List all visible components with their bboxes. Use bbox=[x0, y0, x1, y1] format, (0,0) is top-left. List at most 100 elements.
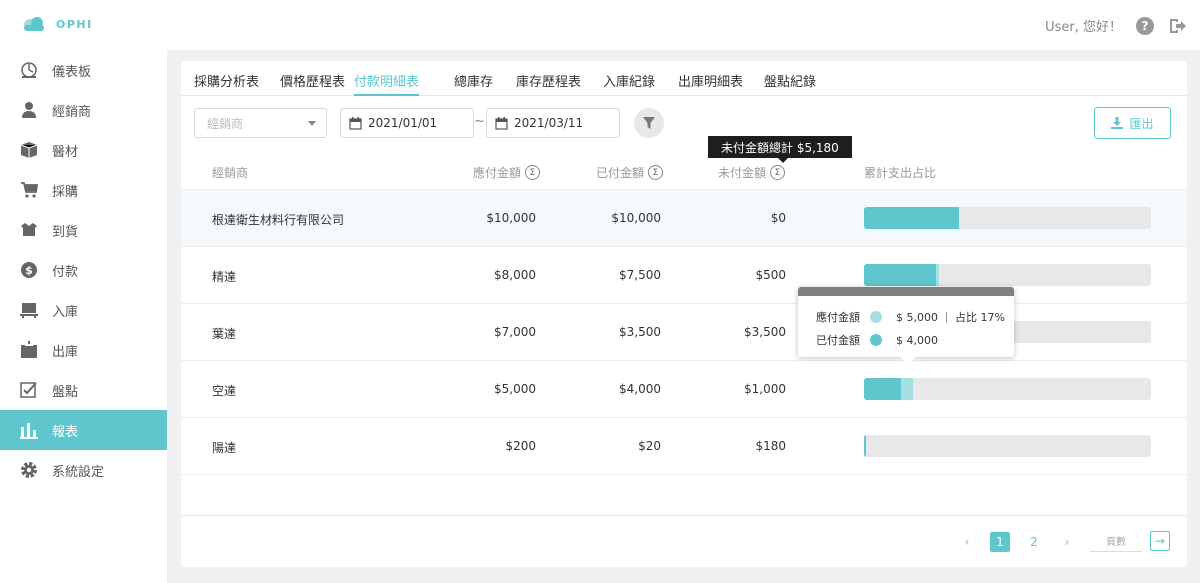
gear-icon bbox=[20, 461, 38, 479]
sidebar-item-label: 到貨 bbox=[52, 224, 79, 240]
sidebar-item-label: 付款 bbox=[52, 264, 79, 280]
table-row[interactable]: 根達衛生材料行有限公司 $10,000 $10,000 $0 bbox=[181, 190, 1187, 247]
expense-ratio-bar[interactable] bbox=[864, 207, 1151, 229]
tab-inventory-records[interactable]: 盤點紀錄 bbox=[764, 71, 816, 96]
user-greeting[interactable]: User, 您好！ bbox=[1045, 16, 1122, 35]
sidebar-item-medical[interactable]: 醫材 bbox=[0, 130, 167, 170]
payable-cell: $200 bbox=[505, 439, 536, 453]
paid-cell: $10,000 bbox=[611, 211, 661, 225]
next-page-button[interactable]: › bbox=[1057, 532, 1077, 552]
header-unpaid-label: 未付金額 bbox=[718, 166, 767, 180]
page-button[interactable]: 1 bbox=[990, 532, 1010, 552]
paid-share-fill bbox=[864, 264, 936, 286]
header-paid: 已付金額 Σ bbox=[596, 164, 664, 181]
sidebar-item-payment[interactable]: $ 付款 bbox=[0, 250, 167, 290]
payable-cell: $10,000 bbox=[486, 211, 536, 225]
sidebar-item-stock-out[interactable]: 出庫 bbox=[0, 330, 167, 370]
date-range-separator: ~ bbox=[474, 114, 485, 129]
sum-icon[interactable]: Σ bbox=[525, 165, 541, 180]
tab-payment-details[interactable]: 付款明細表 bbox=[354, 71, 420, 96]
checklist-icon bbox=[20, 381, 38, 399]
sidebar-item-dashboard[interactable]: 儀表板 bbox=[0, 50, 167, 90]
brand-logo[interactable]: OPHI bbox=[20, 16, 93, 32]
unpaid-cell: $0 bbox=[770, 211, 786, 225]
paid-cell: $4,000 bbox=[619, 382, 661, 396]
tooltip-paid-value: $ 4,000 bbox=[896, 333, 938, 347]
cloud-logo-icon bbox=[24, 17, 44, 31]
sidebar-item-purchase[interactable]: 採購 bbox=[0, 170, 167, 210]
sum-icon[interactable]: Σ bbox=[648, 165, 664, 180]
header-dealer: 經銷商 bbox=[212, 164, 248, 181]
warehouse-out-icon bbox=[20, 341, 38, 359]
table-row[interactable]: 葉達 $7,000 $3,500 $3,500 bbox=[181, 304, 1187, 361]
expense-ratio-bar[interactable] bbox=[864, 378, 1151, 400]
unpaid-cell: $1,000 bbox=[744, 382, 786, 396]
svg-text:$: $ bbox=[25, 264, 33, 277]
tooltip-payable-label: 應付金額 bbox=[816, 311, 860, 324]
cart-icon bbox=[20, 181, 38, 199]
tab-total-stock[interactable]: 總庫存 bbox=[454, 71, 493, 96]
date-to-field[interactable]: 2021/03/11 bbox=[486, 108, 620, 138]
page-button[interactable]: 2 bbox=[1024, 532, 1044, 552]
header-payable: 應付金額 Σ bbox=[473, 164, 541, 181]
sidebar-item-dealer[interactable]: 經銷商 bbox=[0, 90, 167, 130]
tab-stock-out-details[interactable]: 出庫明細表 bbox=[678, 71, 743, 96]
paid-share-fill bbox=[864, 435, 866, 457]
date-from-value: 2021/01/01 bbox=[368, 116, 438, 130]
page-number-input[interactable]: 頁數 bbox=[1090, 530, 1142, 552]
dealer-cell: 精達 bbox=[212, 270, 237, 284]
expense-ratio-bar[interactable] bbox=[864, 264, 1151, 286]
tab-stock-in-records[interactable]: 入庫紀錄 bbox=[603, 71, 655, 96]
dealer-cell: 根達衛生材料行有限公司 bbox=[212, 213, 345, 227]
sum-icon[interactable]: Σ bbox=[770, 165, 786, 180]
chevron-down-icon bbox=[308, 121, 316, 126]
go-to-page-button[interactable]: → bbox=[1150, 531, 1170, 551]
filter-button[interactable] bbox=[634, 108, 664, 138]
header-dealer-label: 經銷商 bbox=[212, 166, 249, 180]
sidebar-item-stock-in[interactable]: 入庫 bbox=[0, 290, 167, 330]
header-unpaid: 未付金額 Σ bbox=[718, 164, 786, 181]
tooltip-payable-value: $ 5,000 bbox=[896, 310, 938, 324]
sidebar-item-label: 入庫 bbox=[52, 304, 79, 320]
tooltip-paid-label: 已付金額 bbox=[816, 334, 860, 347]
question-circle-icon[interactable]: ? bbox=[1136, 16, 1154, 35]
table-row[interactable]: 陽達 $200 $20 $180 bbox=[181, 418, 1187, 475]
date-to-value: 2021/03/11 bbox=[514, 116, 584, 130]
dashboard-icon bbox=[20, 61, 38, 79]
tab-purchase-analysis[interactable]: 採購分析表 bbox=[194, 71, 259, 96]
open-box-icon bbox=[20, 221, 38, 239]
sidebar-item-arrival[interactable]: 到貨 bbox=[0, 210, 167, 250]
date-from-field[interactable]: 2021/01/01 bbox=[340, 108, 474, 138]
bar-chart-icon bbox=[20, 421, 38, 439]
tooltip-header-strip bbox=[798, 287, 1014, 296]
tab-stock-history[interactable]: 庫存歷程表 bbox=[516, 71, 581, 96]
payable-cell: $8,000 bbox=[494, 268, 536, 282]
payable-cell: $5,000 bbox=[494, 382, 536, 396]
logout-icon[interactable] bbox=[1168, 18, 1186, 34]
sidebar-item-inventory[interactable]: 盤點 bbox=[0, 370, 167, 410]
table-row[interactable]: 空達 $5,000 $4,000 $1,000 bbox=[181, 361, 1187, 418]
sidebar-item-label: 採購 bbox=[52, 184, 79, 200]
sidebar-item-label: 經銷商 bbox=[52, 104, 92, 120]
expense-ratio-bar[interactable] bbox=[864, 435, 1151, 457]
download-icon bbox=[1111, 117, 1124, 129]
sidebar-item-label: 出庫 bbox=[52, 344, 79, 360]
prev-page-button[interactable]: ‹ bbox=[957, 532, 977, 552]
tooltip-share-value: 占比 17% bbox=[955, 311, 1005, 324]
sidebar-item-reports[interactable]: 報表 bbox=[0, 410, 167, 450]
export-button[interactable]: 匯出 bbox=[1094, 107, 1171, 139]
table-row[interactable]: 精達 $8,000 $7,500 $500 bbox=[181, 247, 1187, 304]
paid-cell: $3,500 bbox=[619, 325, 661, 339]
dealer-cell: 陽達 bbox=[212, 441, 237, 455]
dealer-select[interactable]: 經銷商 bbox=[194, 108, 327, 138]
payable-cell: $7,000 bbox=[494, 325, 536, 339]
paid-legend-dot bbox=[870, 334, 882, 346]
dealer-cell: 空達 bbox=[212, 384, 237, 398]
unpaid-cell: $500 bbox=[755, 268, 786, 282]
report-tabs: 採購分析表 價格歷程表 付款明細表 總庫存 庫存歷程表 入庫紀錄 出庫明細表 盤… bbox=[181, 61, 1187, 96]
bar-hover-tooltip: 應付金額 $ 5,000 占比 17% 已付金額 $ 4,000 bbox=[798, 287, 1014, 365]
brand-name: OPHI bbox=[56, 17, 93, 31]
sidebar-item-settings[interactable]: 系統設定 bbox=[0, 450, 167, 490]
footer-divider bbox=[181, 515, 1187, 516]
tab-price-history[interactable]: 價格歷程表 bbox=[280, 71, 345, 96]
